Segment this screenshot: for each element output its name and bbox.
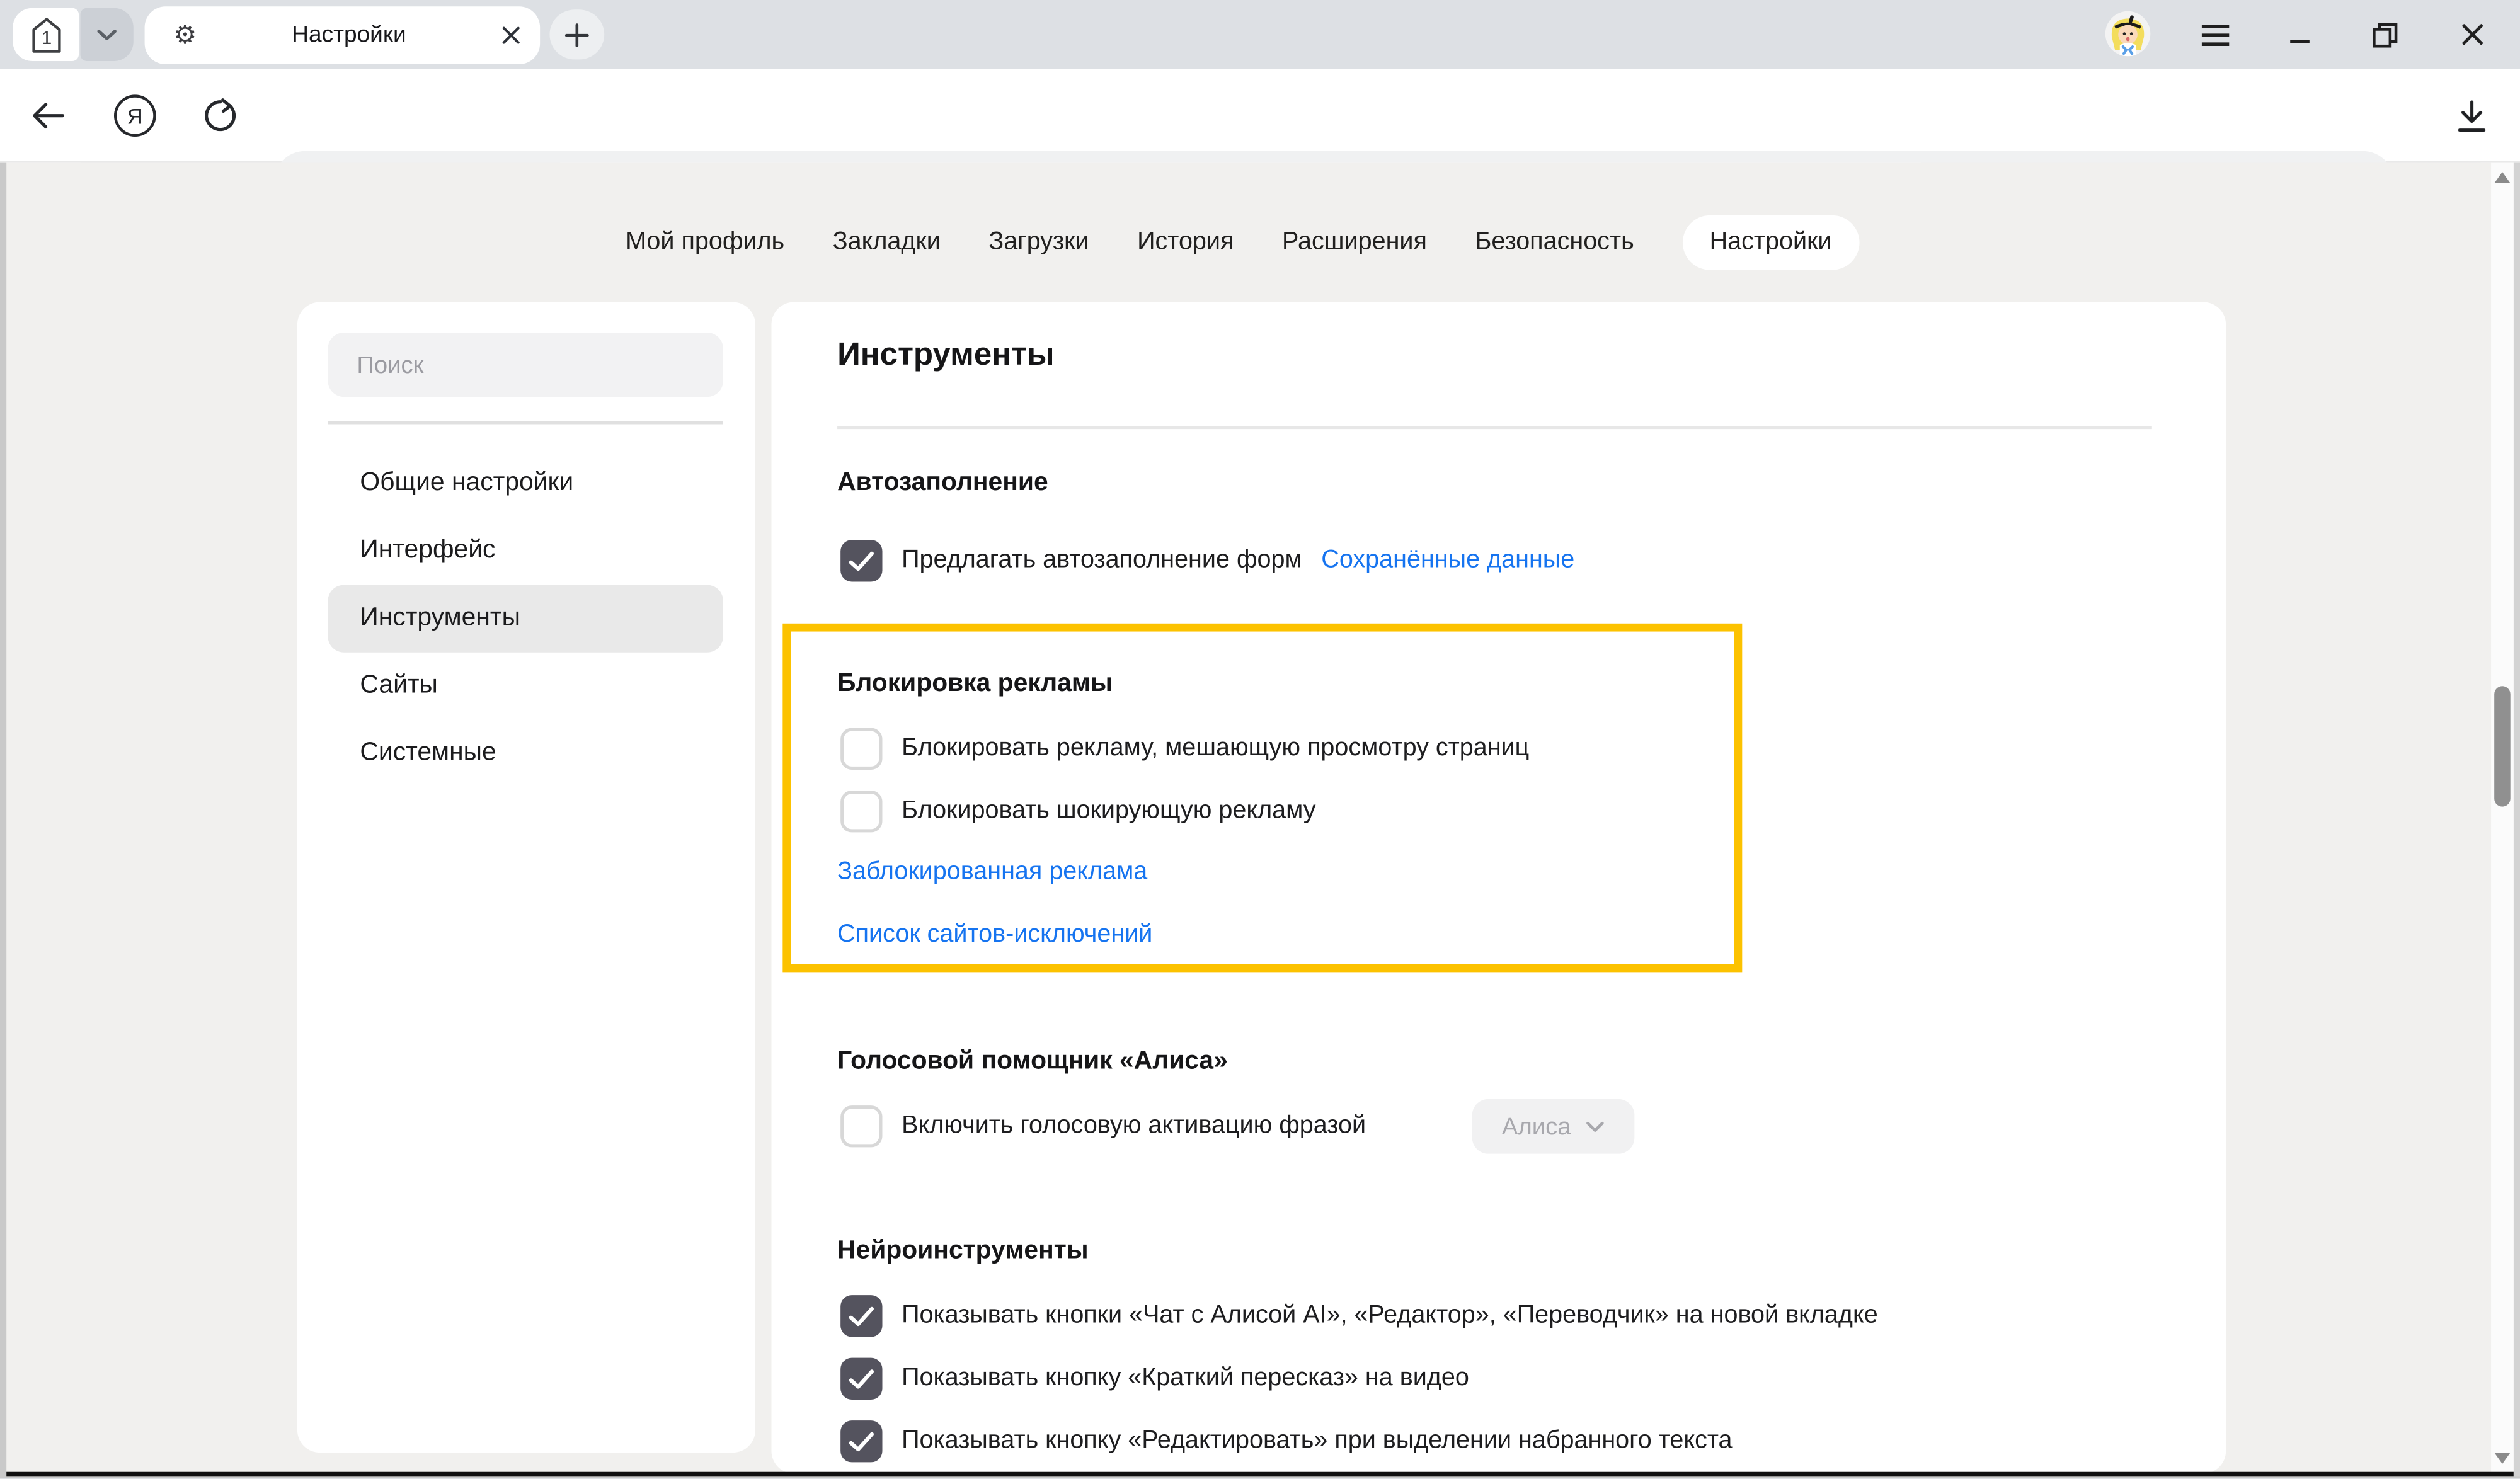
tab-list-chevron-button[interactable] — [81, 8, 134, 61]
window-left-edge — [0, 163, 6, 1478]
page-title: Инструменты — [837, 338, 1055, 375]
settings-nav: Мой профиль Закладки Загрузки История Ра… — [0, 215, 2485, 270]
restore-icon — [2372, 21, 2398, 47]
back-arrow-icon — [30, 101, 66, 130]
neuro-row-1: Показывать кнопки «Чат с Алисой AI», «Ре… — [840, 1295, 1878, 1337]
scrollbar-up-arrow-icon[interactable] — [2494, 172, 2511, 183]
alice-row: Включить голосовую активацию фразой — [840, 1105, 1366, 1147]
sidebar-item-general[interactable]: Общие настройки — [328, 450, 723, 517]
saved-data-link[interactable]: Сохранённые данные — [1321, 546, 1574, 575]
blocked-ads-link[interactable]: Заблокированная реклама — [837, 858, 1147, 887]
tab-strip: 1 ⚙ Настройки — [0, 0, 2520, 69]
autofill-heading: Автозаполнение — [837, 469, 1048, 498]
scrollbar-thumb[interactable] — [2494, 686, 2511, 806]
adblock-row-1: Блокировать рекламу, мешающую просмотру … — [840, 728, 1529, 770]
tab-title: Настройки — [197, 23, 501, 49]
block-intrusive-ads-label[interactable]: Блокировать рекламу, мешающую просмотру … — [902, 734, 1529, 763]
window-bottom-edge — [6, 1472, 2514, 1478]
site-exceptions-link[interactable]: Список сайтов-исключений — [837, 921, 1152, 950]
show-video-summary-checkbox[interactable] — [840, 1358, 882, 1400]
window-restore-button[interactable] — [2353, 0, 2417, 69]
new-tab-button[interactable] — [549, 9, 604, 59]
nav-item-downloads[interactable]: Загрузки — [988, 215, 1089, 270]
browser-menu-button[interactable] — [2182, 0, 2247, 69]
page-scrollbar[interactable] — [2491, 163, 2514, 1478]
alice-heading: Голосовой помощник «Алиса» — [837, 1048, 1228, 1076]
show-alice-chat-buttons-label[interactable]: Показывать кнопки «Чат с Алисой AI», «Ре… — [902, 1301, 1878, 1330]
yandex-logo-icon: Я — [113, 93, 158, 138]
sidebar-item-tools[interactable]: Инструменты — [328, 585, 723, 653]
alice-phrase-value: Алиса — [1502, 1113, 1571, 1140]
show-alice-chat-buttons-checkbox[interactable] — [840, 1295, 882, 1337]
neuro-row-3: Показывать кнопку «Редактировать» при вы… — [840, 1420, 1732, 1462]
show-edit-button-checkbox[interactable] — [840, 1420, 882, 1462]
nav-item-profile[interactable]: Мой профиль — [626, 215, 784, 270]
show-edit-button-label[interactable]: Показывать кнопку «Редактировать» при вы… — [902, 1427, 1732, 1456]
back-button[interactable] — [13, 69, 83, 163]
download-icon — [2456, 99, 2488, 133]
autofill-checkbox-label[interactable]: Предлагать автозаполнение форм — [902, 546, 1302, 575]
nav-item-security[interactable]: Безопасность — [1475, 215, 1634, 270]
browser-tab-settings[interactable]: ⚙ Настройки — [145, 6, 541, 64]
window-bottom-border — [0, 1477, 2520, 1478]
adblock-heading: Блокировка рекламы — [837, 670, 1113, 699]
svg-text:1: 1 — [41, 27, 51, 48]
yandex-home-button[interactable]: Я — [100, 69, 170, 163]
block-shocking-ads-label[interactable]: Блокировать шокирующую рекламу — [902, 797, 1315, 826]
window-minimize-button[interactable] — [2267, 0, 2332, 69]
show-video-summary-label[interactable]: Показывать кнопку «Краткий пересказ» на … — [902, 1364, 1469, 1393]
adblock-highlight-box: Блокировка рекламы Блокировать рекламу, … — [782, 624, 1742, 973]
settings-main-panel: Инструменты Автозаполнение Предлагать ав… — [771, 302, 2226, 1474]
search-input[interactable] — [328, 333, 723, 397]
downloads-button[interactable] — [2436, 69, 2507, 163]
sidebar-divider — [328, 421, 723, 423]
minimize-icon — [2289, 23, 2311, 46]
scrollbar-down-arrow-icon[interactable] — [2494, 1453, 2511, 1464]
voice-activation-label[interactable]: Включить голосовую активацию фразой — [902, 1112, 1366, 1141]
nav-item-extensions[interactable]: Расширения — [1282, 215, 1427, 270]
autofill-row: Предлагать автозаполнение форм Сохранённ… — [840, 540, 1574, 581]
tab-counter-control[interactable]: 1 — [13, 8, 133, 61]
tab-counter-button[interactable]: 1 — [13, 8, 79, 61]
block-intrusive-ads-checkbox[interactable] — [840, 728, 882, 770]
reload-button[interactable] — [185, 69, 255, 163]
browser-window: 1 ⚙ Настройки — [0, 0, 2520, 1478]
voice-activation-checkbox[interactable] — [840, 1105, 882, 1147]
checkmark-icon — [849, 1306, 874, 1327]
chevron-down-icon — [96, 28, 117, 41]
sidebar-item-sites[interactable]: Сайты — [328, 653, 723, 720]
browser-toolbar: Я settings Настройки — [0, 69, 2520, 163]
alice-phrase-dropdown[interactable]: Алиса — [1472, 1099, 1635, 1154]
chevron-down-icon — [1587, 1121, 1605, 1132]
neuro-row-2: Показывать кнопку «Краткий пересказ» на … — [840, 1358, 1469, 1400]
title-divider — [837, 426, 2152, 428]
checkmark-icon — [849, 551, 874, 571]
tab-close-icon[interactable] — [501, 26, 521, 45]
nav-item-history[interactable]: История — [1137, 215, 1234, 270]
checkmark-icon — [849, 1431, 874, 1452]
sidebar-item-system[interactable]: Системные — [328, 720, 723, 787]
gear-favicon-icon: ⚙ — [174, 20, 197, 52]
profile-avatar[interactable] — [2105, 11, 2150, 56]
window-right-edge — [2514, 163, 2520, 1478]
plus-icon — [564, 21, 590, 47]
block-shocking-ads-checkbox[interactable] — [840, 791, 882, 832]
adblock-row-2: Блокировать шокирующую рекламу — [840, 791, 1315, 832]
svg-text:Я: Я — [127, 105, 143, 128]
settings-sidebar: Общие настройки Интерфейс Инструменты Са… — [297, 302, 755, 1453]
avatar-girl-image — [2105, 11, 2150, 56]
tab-counter-shield-icon: 1 — [30, 15, 62, 54]
checkmark-icon — [849, 1368, 874, 1389]
reload-icon — [202, 98, 238, 134]
nav-item-bookmarks[interactable]: Закладки — [833, 215, 941, 270]
autofill-checkbox[interactable] — [840, 540, 882, 581]
window-close-button[interactable] — [2439, 0, 2504, 69]
sidebar-item-interface[interactable]: Интерфейс — [328, 517, 723, 585]
neuro-heading: Нейроинструменты — [837, 1237, 1089, 1266]
close-icon — [2460, 23, 2483, 47]
nav-item-settings[interactable]: Настройки — [1682, 215, 1859, 270]
hamburger-menu-icon — [2199, 23, 2230, 46]
